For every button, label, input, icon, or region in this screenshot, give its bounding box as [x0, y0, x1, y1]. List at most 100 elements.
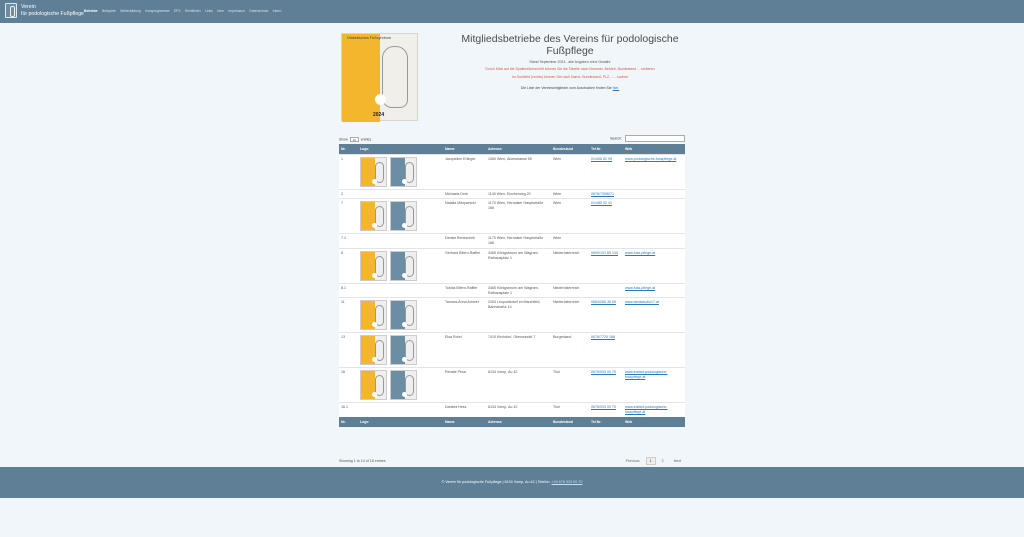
nav-item-idee[interactable]: Idee	[217, 9, 224, 13]
nav-item-impressum[interactable]: Impressum	[228, 9, 245, 13]
nav-item-richtlinien[interactable]: Richtlinien	[185, 9, 201, 13]
footer-phone-link[interactable]: +43 676 933 00 70	[552, 480, 583, 484]
search-label: Search:	[609, 136, 623, 141]
table-row: 7.1 Denise Beneschek 1170 Wien, Hernalser …	[339, 233, 685, 249]
cell-address: 7410 Kirchdorf, Obenwindel 7	[486, 332, 551, 368]
entries-label: entries	[360, 137, 372, 142]
cell-tel: 0676/7720 188	[589, 332, 623, 368]
cell-logo	[358, 247, 443, 284]
print-list-link[interactable]: hier.	[613, 86, 620, 90]
nav-item-links[interactable]: Links	[205, 9, 213, 13]
cell-tel-link[interactable]: 0664/266 36 69	[591, 300, 616, 304]
foot-col-bundesland[interactable]: Bundesland	[551, 417, 589, 428]
hero-poster-image: Diabetisches Fußsyndrom 2024	[341, 33, 418, 122]
page-2-button[interactable]: 2	[658, 457, 668, 465]
cell-tel: 0699/101 85 130	[589, 247, 623, 284]
table-row: 2 Michaela Derk 1140 Wien, Einzherweg 20 Wi…	[339, 188, 685, 199]
cell-web-link[interactable]: www.podologische-fusspflege.at	[625, 157, 676, 161]
foot-col-name[interactable]: Name	[443, 417, 486, 428]
table-footer-row: Nr. Logo Name Adresse Bundesland Tel.Nr.…	[339, 417, 685, 428]
brand-line2: für podologische Fußpflege	[21, 10, 84, 17]
cell-nr: 8	[339, 247, 358, 284]
cell-nr: 7	[339, 198, 358, 234]
col-bundesland[interactable]: Bundesland	[551, 144, 589, 154]
cell-tel-link[interactable]: 01/408 82 95	[591, 157, 612, 161]
cell-web-link[interactable]: www.institut-podologische-fusspflege.at	[625, 405, 668, 414]
next-button[interactable]: Next	[670, 457, 685, 465]
search-input[interactable]	[625, 135, 685, 142]
cell-web-link[interactable]: www.institut-podologische-fusspflege.at	[625, 370, 668, 379]
foot-col-web[interactable]: Web	[623, 417, 685, 428]
cell-tel-link[interactable]: 0676/933 00 70	[591, 405, 616, 409]
cell-address: 1170 Wien, Hernalser Hauptstraße 166	[486, 198, 551, 234]
cell-name: Jacqueline Erlinger	[443, 153, 486, 189]
cell-nr: 8.1	[339, 282, 358, 298]
col-web[interactable]: Web	[623, 144, 685, 154]
cell-nr: 16.1	[339, 402, 358, 418]
cell-web	[623, 332, 685, 368]
foot-col-address[interactable]: Adresse	[486, 417, 551, 428]
cell-address: 3465 Königsbrunn am Wagram, Rathausplatz…	[486, 247, 551, 284]
member-logo-blue	[390, 250, 417, 281]
cell-tel-link[interactable]: 0699/101 85 130	[591, 251, 618, 255]
foot-col-nr[interactable]: Nr.	[339, 417, 358, 428]
page-1-button[interactable]: 1	[645, 457, 656, 465]
cell-address: 6134 Vomp, Au 42	[486, 402, 551, 418]
main-nav: Betriebe Beispiele Weiterbildung Kurspro…	[84, 9, 281, 13]
cell-name: Natalia Mikrywnicki	[443, 198, 486, 234]
entries-select[interactable]: 10	[349, 137, 359, 142]
col-name[interactable]: Name	[443, 144, 486, 154]
member-logo-yellow	[360, 156, 387, 187]
nav-item-datenschutz[interactable]: Datenschutz	[249, 9, 268, 13]
show-label: Show	[339, 137, 348, 142]
col-nr[interactable]: Nr.	[339, 144, 358, 154]
nav-item-intern[interactable]: Intern	[273, 9, 282, 13]
cell-name: Renate Pesa	[443, 367, 486, 403]
cell-web-link[interactable]: www.fuss-pflege.at	[625, 251, 655, 255]
foot-col-logo[interactable]: Logo	[358, 417, 443, 428]
nav-item-betriebe[interactable]: Betriebe	[84, 9, 98, 13]
col-tel[interactable]: Tel.Nr.	[589, 144, 623, 154]
cell-name: Tobias Bifern-Raffler	[443, 282, 486, 298]
nav-item-efs[interactable]: EFS	[174, 9, 181, 13]
col-address[interactable]: Adresse	[486, 144, 551, 154]
nav-item-kursprogramme[interactable]: Kursprogramme	[145, 9, 169, 13]
cell-nr: 13	[339, 332, 358, 368]
member-logo-blue	[390, 370, 417, 401]
cell-address: 6134 Vomp, Au 42	[486, 367, 551, 403]
cell-tel: 0676/7308071	[589, 188, 623, 199]
cell-web: www.institut-podologische-fusspflege.at	[623, 402, 685, 418]
cell-address: 2263 Leopoldsdorf im Marchfeld, Bahnstra…	[486, 297, 551, 333]
poster-caption: Diabetisches Fußsyndrom	[347, 36, 392, 40]
cell-web	[623, 233, 685, 249]
member-logo-blue	[390, 156, 417, 187]
nav-item-beispiele[interactable]: Beispiele	[102, 9, 116, 13]
site-footer: © Verein für podologische Fußpflege | 61…	[0, 467, 1024, 498]
brand[interactable]: Verein für podologische Fußpflege	[5, 3, 84, 18]
cell-name: Daniela Hesz	[443, 402, 486, 418]
sort-hint: Durch Klick auf die Spaltenüberschrift k…	[485, 67, 655, 71]
cell-tel	[589, 282, 623, 298]
nav-item-weiterbildung[interactable]: Weiterbildung	[120, 9, 141, 13]
member-logo-yellow	[360, 335, 387, 366]
cell-tel-link[interactable]: 01/485 02 41	[591, 201, 612, 205]
cell-tel-link[interactable]: 0676/7720 188	[591, 335, 615, 339]
cell-bundesland: Niederösterreich	[551, 297, 589, 333]
cell-web	[623, 188, 685, 199]
cell-tel: 0676/933 00 70	[589, 367, 623, 403]
cell-web: www.fuss-pflege.at	[623, 247, 685, 284]
page-subtitle: Stand September 2024 - alle Angaben ohne…	[529, 60, 611, 64]
cell-address: 3465 Königsbrunn am Wagram, Rathausplatz…	[486, 282, 551, 298]
cell-web: www.podologische-fusspflege.at	[623, 153, 685, 189]
cell-web	[623, 198, 685, 234]
cell-tel-link[interactable]: 0676/7308071	[591, 192, 614, 196]
foot-col-tel[interactable]: Tel.Nr.	[589, 417, 623, 428]
cell-web-link[interactable]: www.fuss-pflege.at	[625, 286, 655, 290]
col-logo[interactable]: Logo	[358, 144, 443, 154]
prev-button[interactable]: Previous	[622, 457, 644, 465]
table-row: 16 Renate Pesa 6134 Vomp, Au 42 Tirol 0676/9…	[339, 367, 685, 403]
cell-logo	[358, 233, 443, 249]
cell-tel-link[interactable]: 0676/933 00 70	[591, 370, 616, 374]
cell-web-link[interactable]: www.tamsstudio17.at	[625, 300, 659, 304]
cell-tel: 0664/266 36 69	[589, 297, 623, 333]
